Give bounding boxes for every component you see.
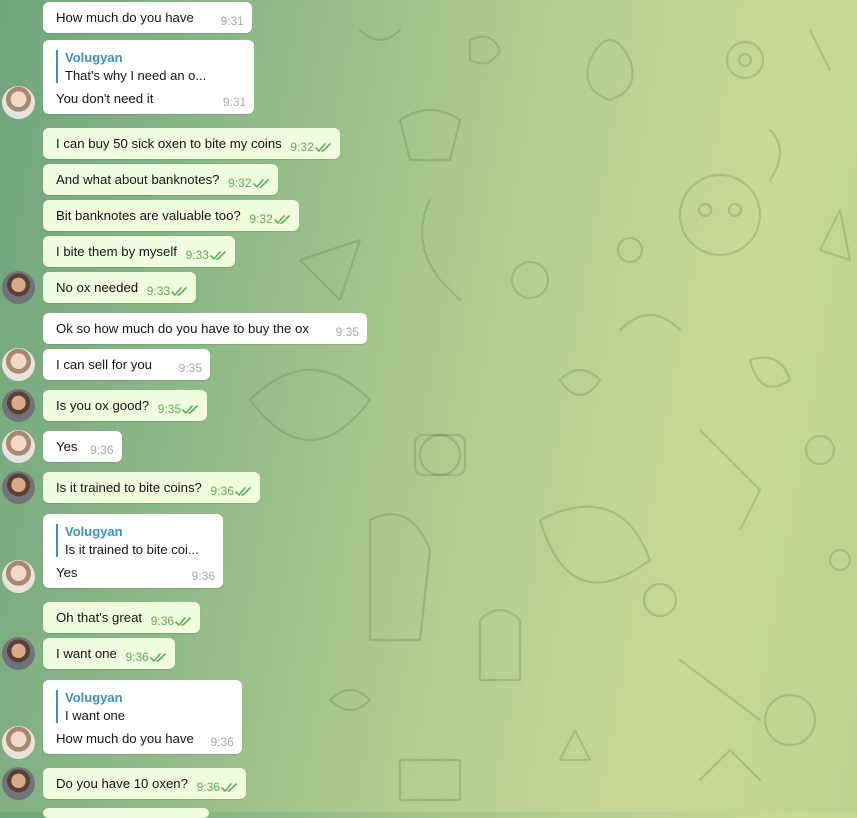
double-check-icon (182, 405, 198, 415)
reply-sender-name: Volugyan (65, 50, 123, 65)
reply-quote[interactable]: Volugyan Is it trained to bite coi... (56, 524, 210, 557)
double-check-icon (235, 487, 251, 497)
avatar-self[interactable] (2, 767, 35, 800)
reply-sender-name: Volugyan (65, 524, 123, 539)
message-text: I can sell for you (56, 357, 153, 372)
message-text: No ox needed (56, 280, 139, 295)
message-time: 9:32 (228, 176, 252, 190)
avatar-contact[interactable] (2, 86, 35, 119)
avatar-self[interactable] (2, 637, 35, 670)
avatar-contact[interactable] (2, 560, 35, 593)
avatar-contact[interactable] (2, 430, 35, 463)
message-text: And what about banknotes? (56, 172, 220, 187)
message-time: 9:35 (335, 325, 359, 339)
message-text: Yes (56, 439, 78, 454)
message-bubble-outgoing[interactable]: Do you have 10 oxen? 9:36 (43, 768, 246, 799)
message-bubble-outgoing[interactable]: No ox needed 9:33 (43, 272, 197, 303)
reply-quoted-text: I want one (65, 708, 125, 723)
double-check-icon (252, 179, 269, 189)
message-text: How much do you have (56, 10, 194, 25)
message-time: 9:36 (210, 484, 234, 498)
message-bubble-incoming[interactable]: Ok so how much do you have to buy the ox… (43, 313, 367, 344)
message-bubble-incoming[interactable]: I can sell for you 9:35 (43, 349, 211, 380)
avatar-contact[interactable] (2, 348, 35, 381)
message-text: Bit banknotes are valuable too? (56, 208, 241, 223)
message-bubble-incoming-reply[interactable]: Volugyan That's why I need an o... You d… (43, 40, 255, 114)
message-bubble-outgoing[interactable]: Oh that's great 9:36 (43, 602, 201, 633)
double-check-icon (273, 215, 290, 225)
message-bubble-outgoing[interactable]: I want one 9:36 (43, 638, 175, 669)
double-check-icon (210, 251, 226, 261)
message-bubble-incoming-reply[interactable]: Volugyan Is it trained to bite coi... Ye… (43, 514, 223, 588)
message-time: 9:33 (146, 284, 171, 298)
message-time: 9:33 (185, 248, 209, 262)
double-check-icon (175, 617, 191, 627)
message-time: 9:31 (220, 14, 244, 28)
message-bubble-incoming[interactable]: How much do you have 9:31 (43, 2, 252, 33)
message-bubble-outgoing[interactable]: Bit banknotes are valuable too? 9:32 (43, 200, 299, 231)
message-bubble-outgoing[interactable]: And what about banknotes? 9:32 (43, 164, 278, 195)
message-bubble-outgoing[interactable]: I can buy 50 sick oxen to bite my coins … (43, 128, 340, 159)
message-time: 9:36 (90, 443, 114, 457)
message-text: You don't need it (56, 91, 154, 106)
message-bubble-outgoing-partial[interactable] (43, 808, 209, 818)
message-text: Do you have 10 oxen? (56, 776, 188, 791)
message-text: I want one (56, 646, 117, 661)
reply-quote[interactable]: Volugyan That's why I need an o... (56, 50, 206, 83)
message-bubble-outgoing[interactable]: Is you ox good? 9:35 (43, 390, 208, 421)
message-text: Ok so how much do you have to buy the ox (56, 321, 309, 336)
message-time: 9:35 (178, 361, 203, 375)
message-text: Oh that's great (56, 610, 143, 625)
message-bubble-incoming-reply[interactable]: Volugyan I want one How much do you have… (43, 680, 242, 754)
message-bubble-incoming[interactable]: Yes 9:36 (43, 431, 122, 462)
message-text: I bite them by myself (56, 244, 177, 259)
message-text: How much do you have (56, 731, 194, 746)
double-check-icon (221, 783, 237, 793)
message-time: 9:32 (249, 212, 273, 226)
message-bubble-outgoing[interactable]: Is it trained to bite coins? 9:36 (43, 472, 260, 503)
reply-quoted-text: Is it trained to bite coi... (65, 542, 199, 557)
double-check-icon (150, 653, 166, 663)
message-bubble-outgoing[interactable]: I bite them by myself 9:33 (43, 236, 235, 267)
message-time: 9:36 (125, 650, 149, 664)
avatar-self[interactable] (2, 471, 35, 504)
message-time: 9:36 (210, 735, 234, 749)
message-text: I can buy 50 sick oxen to bite my coins (56, 136, 282, 151)
message-time: 9:36 (191, 569, 215, 583)
reply-quote[interactable]: Volugyan I want one (56, 690, 194, 723)
avatar-self[interactable] (2, 271, 35, 304)
avatar-self[interactable] (2, 389, 35, 422)
message-time: 9:31 (222, 95, 247, 109)
message-text: Is you ox good? (56, 398, 150, 413)
reply-sender-name: Volugyan (65, 690, 123, 705)
reply-quoted-text: That's why I need an o... (65, 68, 207, 83)
message-time: 9:35 (157, 402, 182, 416)
double-check-icon (171, 287, 187, 297)
message-time: 9:32 (290, 140, 314, 154)
message-text: Yes (56, 565, 78, 580)
double-check-icon (314, 143, 331, 153)
avatar-contact[interactable] (2, 726, 35, 759)
message-time: 9:36 (196, 780, 220, 794)
message-text: Is it trained to bite coins? (56, 480, 202, 495)
message-time: 9:36 (150, 614, 175, 628)
